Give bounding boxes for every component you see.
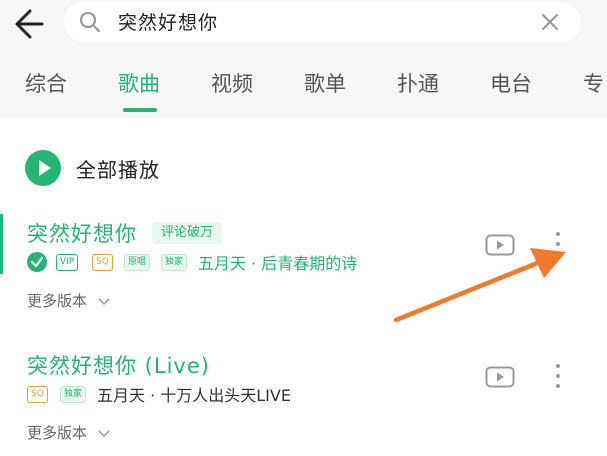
sq-badge: SQ [92, 254, 113, 271]
more-vertical-icon[interactable] [553, 362, 563, 390]
more-versions-toggle[interactable]: 更多版本 [27, 290, 110, 311]
vip-badge: VIP [56, 254, 79, 271]
exclusive-badge: 独家 [161, 254, 188, 271]
tab-playlists[interactable]: 歌单 [304, 68, 346, 98]
category-tabs: 综合 歌曲 视频 歌单 扑通 电台 专 [0, 48, 607, 118]
tab-putong[interactable]: 扑通 [397, 68, 439, 98]
search-query: 突然好想你 [118, 12, 219, 34]
song-title: 突然好想你 (Live) [27, 354, 210, 378]
more-versions-label: 更多版本 [27, 424, 88, 442]
exclusive-badge: 独家 [60, 386, 87, 403]
clear-icon[interactable] [538, 10, 562, 34]
play-icon [25, 150, 61, 186]
song-artist-album: 五月天 · 十万人出头天LIVE [97, 386, 291, 405]
active-tab-indicator [123, 108, 157, 112]
sq-badge: SQ [27, 386, 48, 403]
song-title: 突然好想你 [27, 222, 137, 246]
search-icon [79, 11, 101, 33]
more-versions-toggle[interactable]: 更多版本 [27, 422, 110, 443]
chevron-down-icon [98, 429, 110, 437]
tab-radio[interactable]: 电台 [490, 68, 532, 98]
tab-comprehensive[interactable]: 综合 [25, 68, 67, 98]
tab-songs[interactable]: 歌曲 [118, 68, 160, 98]
original-badge: 原唱 [124, 254, 151, 271]
play-all-button[interactable]: 全部播放 [25, 150, 225, 188]
play-all-label: 全部播放 [76, 158, 160, 182]
current-song-indicator [0, 214, 3, 274]
song-artist-album: 五月天 · 后青春期的诗 [198, 254, 358, 273]
song-row[interactable]: 突然好想你 (Live) SQ 独家 五月天 · 十万人出头天LIVE 更多版本 [0, 346, 607, 451]
tab-albums[interactable]: 专 [583, 68, 604, 98]
annotation-arrow [393, 248, 566, 323]
search-input[interactable]: 突然好想你 [64, 2, 581, 42]
mv-play-icon[interactable] [485, 366, 515, 388]
tab-videos[interactable]: 视频 [211, 68, 253, 98]
back-arrow-icon[interactable] [12, 6, 52, 42]
chevron-down-icon [98, 297, 110, 305]
more-versions-label: 更多版本 [27, 292, 88, 310]
top-bar: 突然好想你 [0, 0, 607, 48]
check-icon [27, 252, 47, 272]
hot-comment-tag: 评论破万 [152, 222, 223, 244]
